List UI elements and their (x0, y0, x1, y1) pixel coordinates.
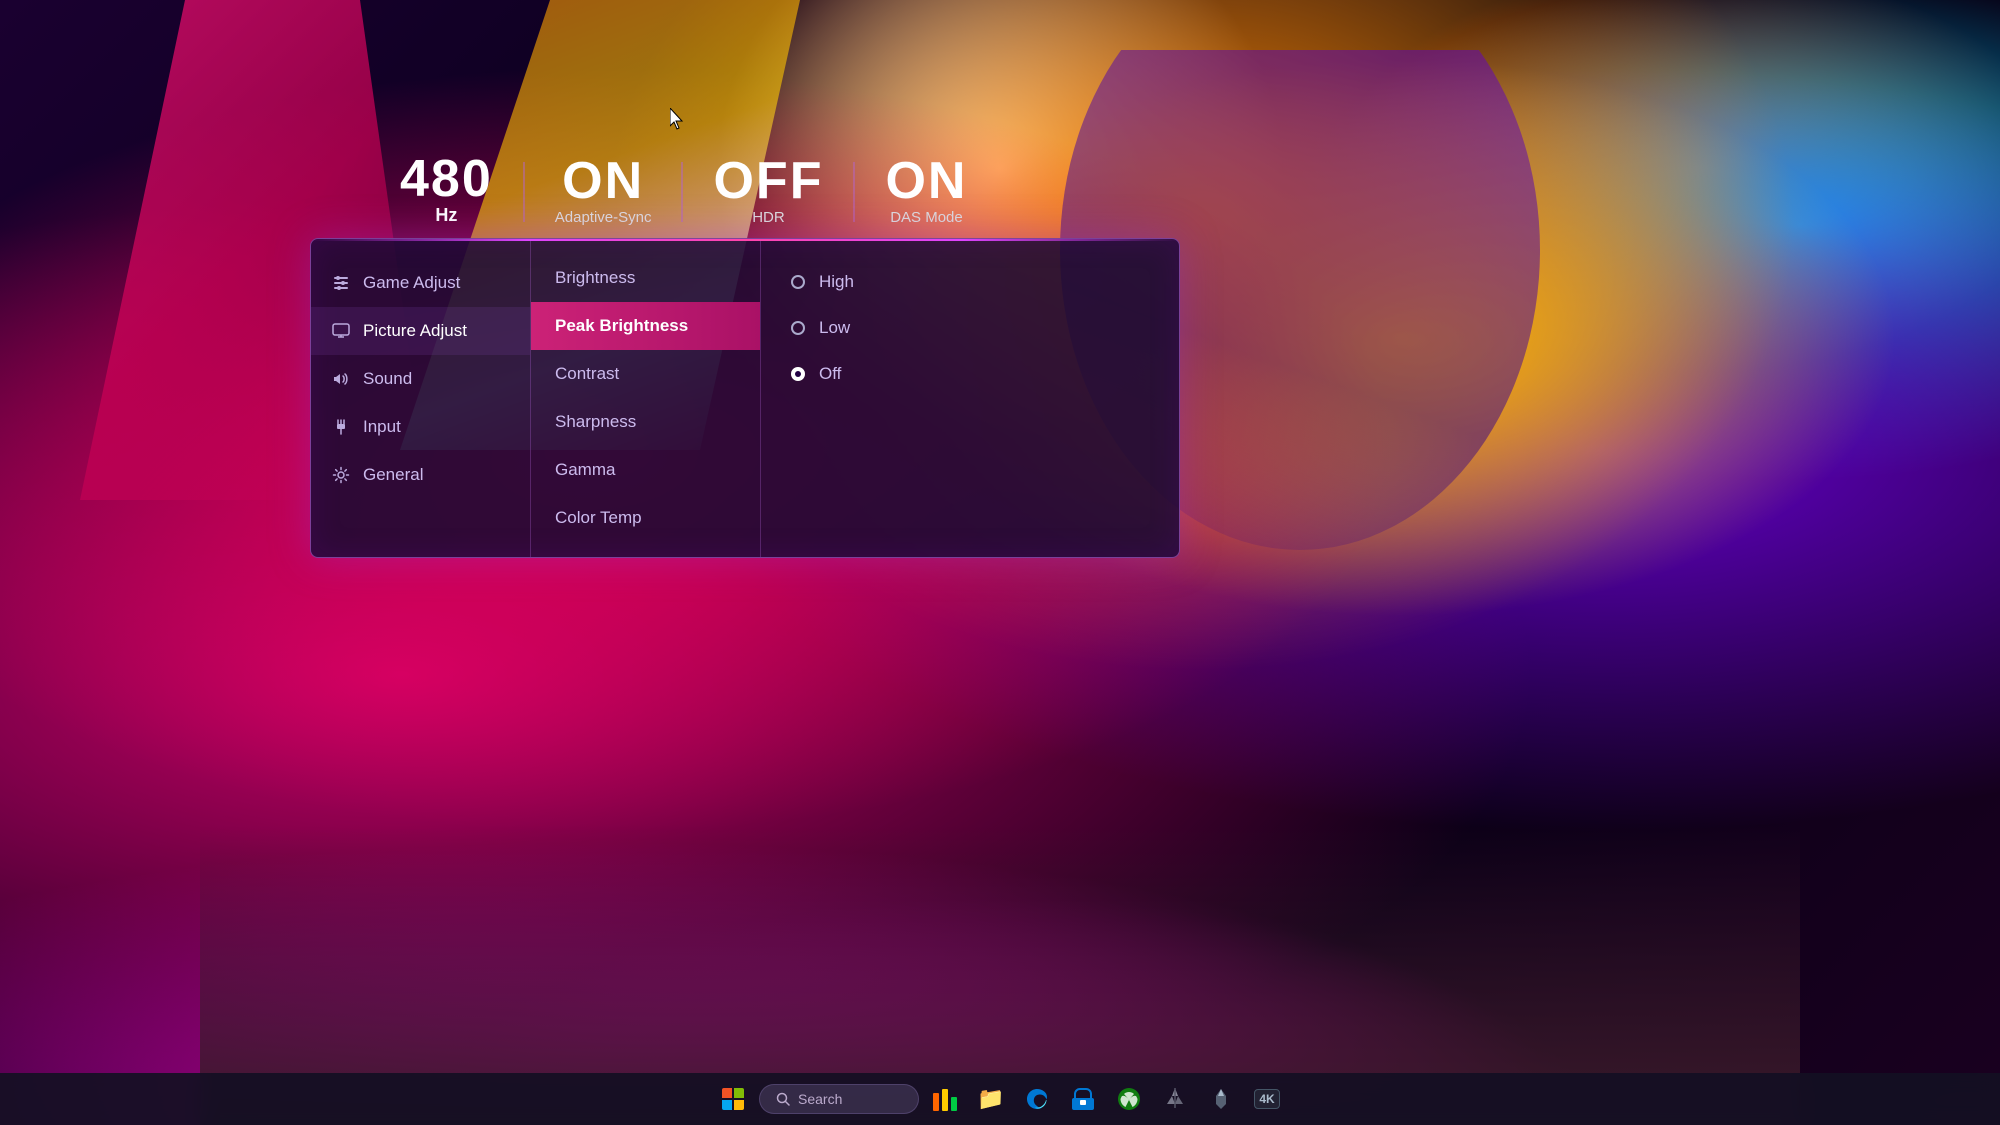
submenu-color-temp-label: Color Temp (555, 508, 642, 527)
status-adaptive-sync: ON Adaptive-Sync (525, 147, 682, 238)
submenu-brightness[interactable]: Brightness (531, 254, 760, 302)
das-mode-value: ON (885, 155, 967, 207)
menu-item-input[interactable]: Input (311, 403, 530, 451)
search-bar-label: Search (798, 1091, 842, 1107)
taskbar: Search 📁 (0, 1073, 2000, 1125)
menu-item-input-label: Input (363, 417, 401, 437)
edge-icon (1024, 1086, 1050, 1112)
status-hz: 480 Hz (370, 145, 523, 238)
win-logo-blue (722, 1100, 732, 1110)
option-high-label: High (819, 272, 854, 292)
microsoft-store-icon[interactable] (1063, 1079, 1103, 1119)
radio-low (791, 321, 805, 335)
option-high[interactable]: High (791, 259, 1149, 305)
option-off[interactable]: Off (791, 351, 1149, 397)
osd-highlight-line (311, 239, 1179, 241)
menu-item-general-label: General (363, 465, 423, 485)
corsair1-icon[interactable] (1155, 1079, 1195, 1119)
submenu-sharpness[interactable]: Sharpness (531, 398, 760, 446)
start-button[interactable] (713, 1079, 753, 1119)
menu-item-general[interactable]: General (311, 451, 530, 499)
radio-high (791, 275, 805, 289)
submenu-color-temp[interactable]: Color Temp (531, 494, 760, 542)
hdr-value: OFF (713, 155, 823, 207)
corsair2-logo (1208, 1086, 1234, 1112)
osd-statusbar: 480 Hz ON Adaptive-Sync OFF HDR ON DAS M… (310, 145, 1180, 238)
taskbar-search[interactable]: Search (759, 1084, 919, 1114)
submenu-peak-brightness[interactable]: Peak Brightness (531, 302, 760, 350)
osd-options: High Low Off (761, 239, 1179, 557)
store-icon (1070, 1086, 1096, 1112)
hz-unit: Hz (435, 205, 457, 226)
menu-item-picture-adjust[interactable]: Picture Adjust (311, 307, 530, 355)
hdr-label: HDR (752, 209, 785, 226)
menu-item-picture-adjust-label: Picture Adjust (363, 321, 467, 341)
submenu-sharpness-label: Sharpness (555, 412, 636, 431)
edge-browser-icon[interactable] (1017, 1079, 1057, 1119)
menu-item-sound-label: Sound (363, 369, 412, 389)
submenu-brightness-label: Brightness (555, 268, 635, 287)
plug-icon (331, 417, 351, 437)
status-das-mode: ON DAS Mode (855, 147, 997, 238)
4k-icon[interactable]: 4K (1247, 1079, 1287, 1119)
osd-panel: Game Adjust Picture Adjust (310, 238, 1180, 558)
folder-icon: 📁 (977, 1086, 1004, 1112)
win-logo-red (722, 1088, 732, 1098)
menu-item-sound[interactable]: Sound (311, 355, 530, 403)
speaker-icon (331, 369, 351, 389)
adaptive-sync-label: Adaptive-Sync (555, 209, 652, 226)
menu-item-game-adjust[interactable]: Game Adjust (311, 259, 530, 307)
submenu-contrast-label: Contrast (555, 364, 619, 383)
adaptive-sync-value: ON (562, 155, 644, 207)
osd-sub-menu: Brightness Peak Brightness Contrast Shar… (531, 239, 761, 557)
file-explorer-icon[interactable]: 📁 (971, 1079, 1011, 1119)
colorful-app-icon[interactable] (925, 1079, 965, 1119)
monitor-icon (331, 321, 351, 341)
submenu-contrast[interactable]: Contrast (531, 350, 760, 398)
corsair-sail-icon (1162, 1086, 1188, 1112)
xbox-logo (1116, 1086, 1142, 1112)
status-hdr: OFF HDR (683, 147, 853, 238)
windows-logo (722, 1088, 744, 1110)
4k-label: 4K (1259, 1092, 1274, 1106)
hz-value: 480 (400, 153, 493, 205)
sliders-icon (331, 273, 351, 293)
xbox-icon[interactable] (1109, 1079, 1149, 1119)
win-logo-green (734, 1088, 744, 1098)
corsair2-icon[interactable] (1201, 1079, 1241, 1119)
option-off-label: Off (819, 364, 841, 384)
gear-icon (331, 465, 351, 485)
submenu-gamma[interactable]: Gamma (531, 446, 760, 494)
option-low-label: Low (819, 318, 850, 338)
chart-icon (931, 1085, 959, 1113)
option-low[interactable]: Low (791, 305, 1149, 351)
osd-main-menu: Game Adjust Picture Adjust (311, 239, 531, 557)
submenu-gamma-label: Gamma (555, 460, 615, 479)
menu-item-game-adjust-label: Game Adjust (363, 273, 460, 293)
osd-container: 480 Hz ON Adaptive-Sync OFF HDR ON DAS M… (310, 145, 1180, 558)
radio-off (791, 367, 805, 381)
win-logo-yellow (734, 1100, 744, 1110)
search-icon (776, 1092, 790, 1106)
submenu-peak-brightness-label: Peak Brightness (555, 316, 688, 335)
das-mode-label: DAS Mode (890, 209, 963, 226)
